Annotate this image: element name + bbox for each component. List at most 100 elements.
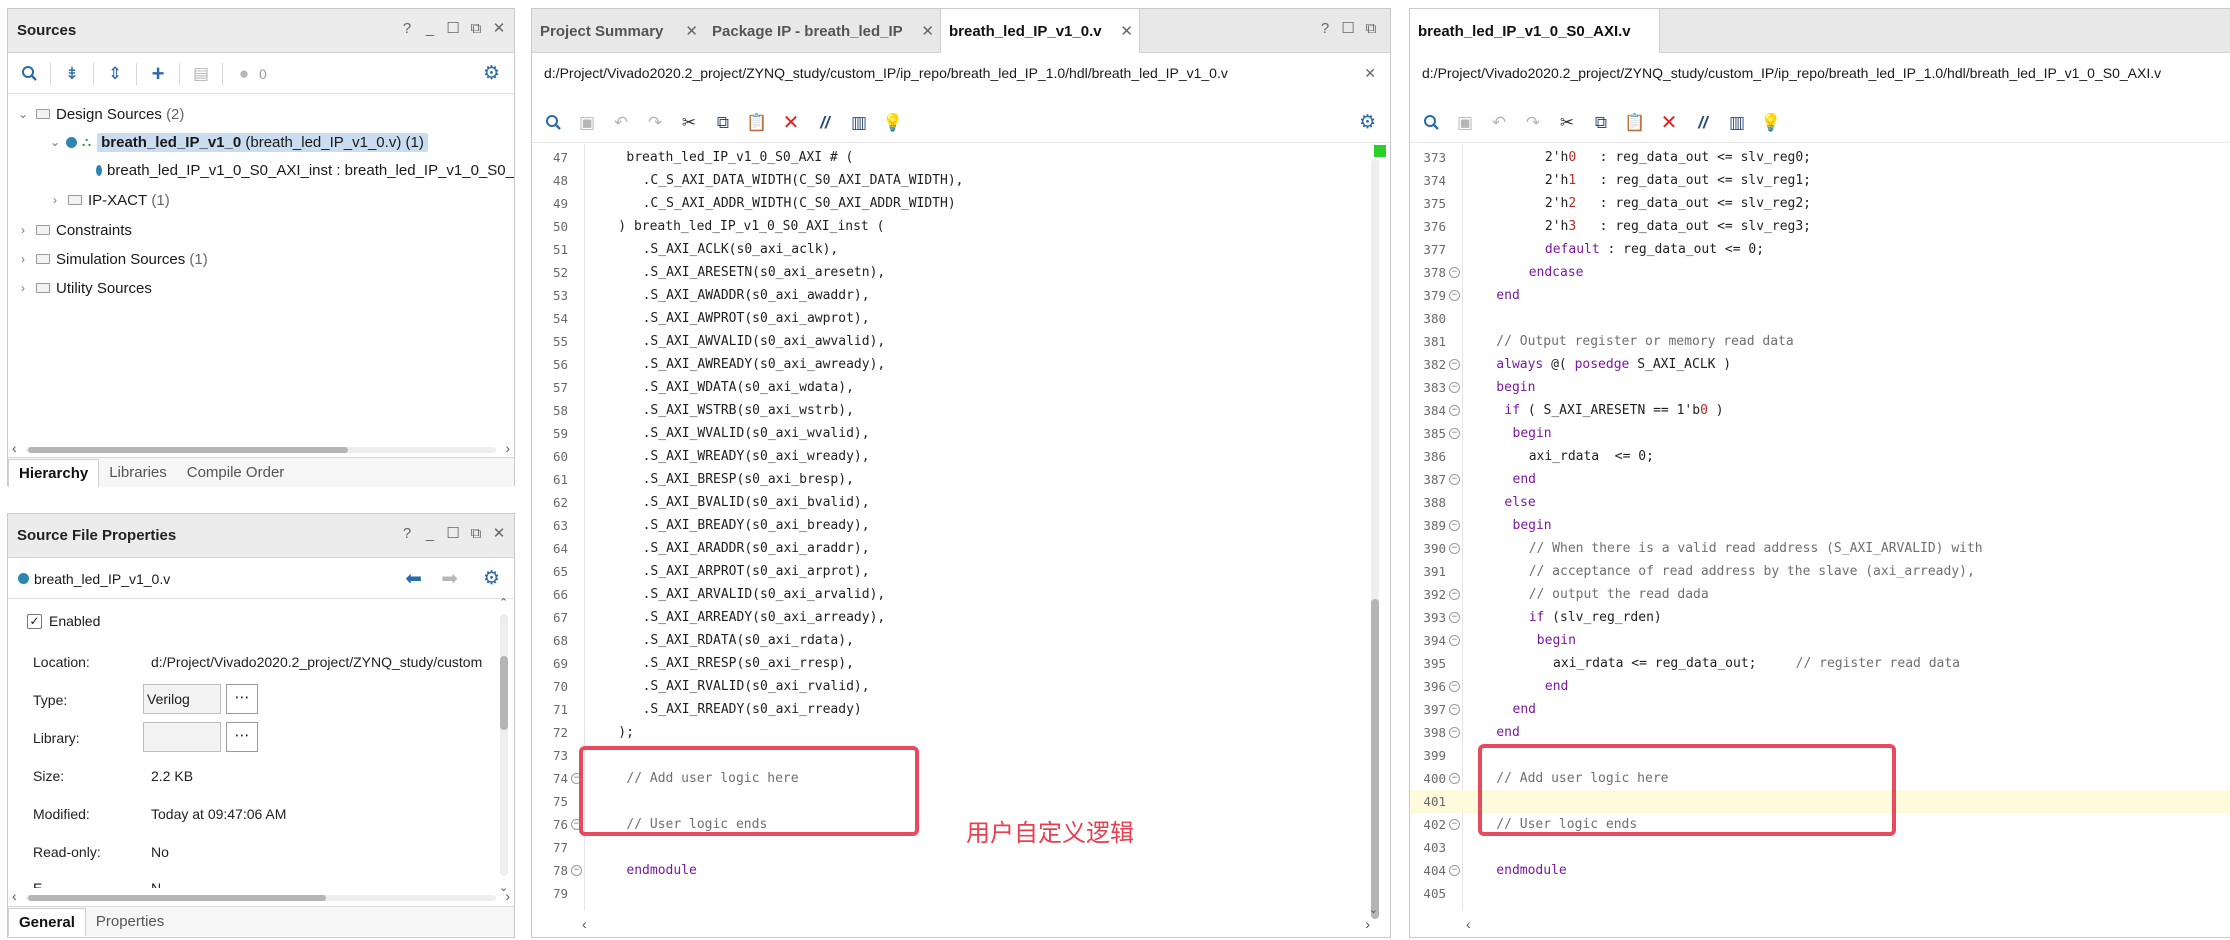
search-icon[interactable] xyxy=(1416,108,1446,138)
code-line[interactable]: 56 .S_AXI_AWREADY(s0_axi_awready), xyxy=(532,353,1364,376)
scroll-left-icon[interactable]: ‹ xyxy=(1466,916,1471,932)
chevron-right-icon[interactable]: › xyxy=(16,223,30,237)
restore-icon[interactable]: ☐ xyxy=(446,19,460,37)
code-line[interactable]: 57 .S_AXI_WDATA(s0_axi_wdata), xyxy=(532,376,1364,399)
scroll-right-icon[interactable]: › xyxy=(505,440,510,456)
code-line[interactable]: 373 2'h0 : reg_data_out <= slv_reg0; xyxy=(1410,146,2230,169)
fold-marker-icon[interactable]: − xyxy=(1449,773,1460,784)
code-line[interactable]: 64 .S_AXI_ARADDR(s0_axi_araddr), xyxy=(532,537,1364,560)
collapse-all-icon[interactable]: ⇟ xyxy=(57,59,87,89)
fold-marker-icon[interactable]: − xyxy=(1449,819,1460,830)
code-line[interactable]: 376 2'h3 : reg_data_out <= slv_reg3; xyxy=(1410,215,2230,238)
code-line[interactable]: 51 .S_AXI_ACLK(s0_axi_aclk), xyxy=(532,238,1364,261)
code-line[interactable]: 49 .C_S_AXI_ADDR_WIDTH(C_S0_AXI_ADDR_WIDT… xyxy=(532,192,1364,215)
save-icon[interactable]: ▣ xyxy=(1450,108,1480,138)
fold-marker-icon[interactable]: − xyxy=(1449,520,1460,531)
tree-item-design-sources[interactable]: ⌄ Design Sources (2) xyxy=(16,101,184,127)
code-line[interactable]: 389− begin xyxy=(1410,514,2230,537)
code-line[interactable]: 66 .S_AXI_ARVALID(s0_axi_arvalid), xyxy=(532,583,1364,606)
code-line[interactable]: 380 xyxy=(1410,307,2230,330)
type-field[interactable]: Verilog xyxy=(143,684,221,714)
close-icon[interactable]: ✕ xyxy=(492,19,506,37)
lightbulb-icon[interactable]: 💡 xyxy=(878,108,908,138)
fold-marker-icon[interactable]: − xyxy=(1449,405,1460,416)
code-line[interactable]: 52 .S_AXI_ARESETN(s0_axi_aresetn), xyxy=(532,261,1364,284)
restore-icon[interactable]: ☐ xyxy=(446,524,460,542)
code-line[interactable]: 395 axi_rdata <= reg_data_out; // registe… xyxy=(1410,652,2230,675)
help-icon[interactable]: ? xyxy=(400,525,414,542)
code-line[interactable]: 391 // acceptance of read address by the … xyxy=(1410,560,2230,583)
redo-icon[interactable]: ↷ xyxy=(1518,108,1548,138)
column-select-icon[interactable]: ▥ xyxy=(1722,108,1752,138)
scroll-left-icon[interactable]: ‹ xyxy=(582,916,587,932)
fold-marker-icon[interactable]: − xyxy=(1449,865,1460,876)
tab-general[interactable]: General xyxy=(8,907,86,936)
code-line[interactable]: 58 .S_AXI_WSTRB(s0_axi_wstrb), xyxy=(532,399,1364,422)
redo-icon[interactable]: ↷ xyxy=(640,108,670,138)
code-line[interactable]: 48 .C_S_AXI_DATA_WIDTH(C_S0_AXI_DATA_WIDT… xyxy=(532,169,1364,192)
code-line[interactable]: 69 .S_AXI_RRESP(s0_axi_rresp), xyxy=(532,652,1364,675)
code-line[interactable]: 390− // When there is a valid read addres… xyxy=(1410,537,2230,560)
code-line[interactable]: 386 axi_rdata <= 0; xyxy=(1410,445,2230,468)
help-icon[interactable]: ? xyxy=(1318,20,1332,37)
tree-item-utility-sources[interactable]: › Utility Sources xyxy=(16,275,152,301)
library-edit-button[interactable]: ⋯ xyxy=(226,722,258,752)
fold-marker-icon[interactable]: − xyxy=(571,865,582,876)
code-line[interactable]: 77 xyxy=(532,836,1364,859)
document-icon[interactable]: ▤ xyxy=(186,59,216,89)
scroll-up-icon[interactable]: ⌃ xyxy=(499,596,508,609)
expand-all-icon[interactable]: ⇕ xyxy=(100,59,130,89)
copy-icon[interactable]: ⧉ xyxy=(708,108,738,138)
add-sources-icon[interactable]: + xyxy=(143,59,173,89)
scrollbar-thumb[interactable] xyxy=(28,447,348,453)
code-line[interactable]: 387− end xyxy=(1410,468,2230,491)
scrollbar-thumb[interactable] xyxy=(500,656,508,730)
tree-item-ip-xact[interactable]: › IP-XACT (1) xyxy=(48,187,170,213)
library-field[interactable] xyxy=(143,722,221,752)
help-icon[interactable]: ? xyxy=(400,20,414,37)
tree-item-child-instance[interactable]: breath_led_IP_v1_0_S0_AXI_inst : breath_… xyxy=(96,157,514,183)
chevron-right-icon[interactable]: › xyxy=(48,193,62,207)
code-line[interactable]: 62 .S_AXI_BVALID(s0_axi_bvalid), xyxy=(532,491,1364,514)
enabled-checkbox-row[interactable]: ✓ Enabled xyxy=(27,613,100,629)
undo-icon[interactable]: ↶ xyxy=(1484,108,1514,138)
column-select-icon[interactable]: ▥ xyxy=(844,108,874,138)
code-line[interactable]: 383− begin xyxy=(1410,376,2230,399)
code-line[interactable]: 379− end xyxy=(1410,284,2230,307)
code-line[interactable]: 79 xyxy=(532,882,1364,905)
fold-marker-icon[interactable]: − xyxy=(1449,704,1460,715)
code-line[interactable]: 55 .S_AXI_AWVALID(s0_axi_awvalid), xyxy=(532,330,1364,353)
fold-marker-icon[interactable]: − xyxy=(1449,727,1460,738)
code-line[interactable]: 61 .S_AXI_BRESP(s0_axi_bresp), xyxy=(532,468,1364,491)
undo-icon[interactable]: ↶ xyxy=(606,108,636,138)
enabled-checkbox[interactable]: ✓ xyxy=(27,613,42,629)
code-line[interactable]: 397− end xyxy=(1410,698,2230,721)
gear-icon[interactable]: ⚙ xyxy=(483,567,500,590)
float-icon[interactable]: ⧉ xyxy=(1364,20,1378,37)
fold-marker-icon[interactable]: − xyxy=(1449,543,1460,554)
fold-marker-icon[interactable]: − xyxy=(1449,428,1460,439)
tree-item-constraints[interactable]: › Constraints xyxy=(16,217,132,243)
close-icon[interactable]: ✕ xyxy=(1120,22,1133,40)
code-line[interactable]: 375 2'h2 : reg_data_out <= slv_reg2; xyxy=(1410,192,2230,215)
code-line[interactable]: 377 default : reg_data_out <= 0; xyxy=(1410,238,2230,261)
chevron-right-icon[interactable]: › xyxy=(16,281,30,295)
copy-icon[interactable]: ⧉ xyxy=(1586,108,1616,138)
tab-compile-order[interactable]: Compile Order xyxy=(177,459,295,486)
fold-marker-icon[interactable]: − xyxy=(1449,290,1460,301)
paste-icon[interactable]: 📋 xyxy=(1620,108,1650,138)
scrollbar-thumb[interactable] xyxy=(28,895,326,901)
fold-marker-icon[interactable]: − xyxy=(1449,267,1460,278)
tree-item-top-module[interactable]: ⌄ ⛬ breath_led_IP_v1_0 (breath_led_IP_v1… xyxy=(48,129,428,155)
scroll-down-icon[interactable]: ⌄ xyxy=(1369,903,1378,916)
forward-arrow-icon[interactable]: ➡ xyxy=(441,566,458,591)
close-icon[interactable]: ✕ xyxy=(921,22,934,40)
editor-horizontal-scrollbar[interactable]: ‹ › xyxy=(582,916,1370,932)
code-line[interactable]: 70 .S_AXI_RVALID(s0_axi_rvalid), xyxy=(532,675,1364,698)
paste-icon[interactable]: 📋 xyxy=(742,108,772,138)
editor-vertical-scrollbar[interactable] xyxy=(1369,159,1381,919)
fold-marker-icon[interactable]: − xyxy=(1449,474,1460,485)
code-line[interactable]: 54 .S_AXI_AWPROT(s0_axi_awprot), xyxy=(532,307,1364,330)
cut-icon[interactable]: ✂ xyxy=(1552,108,1582,138)
code-line[interactable]: 47 breath_led_IP_v1_0_S0_AXI # ( xyxy=(532,146,1364,169)
